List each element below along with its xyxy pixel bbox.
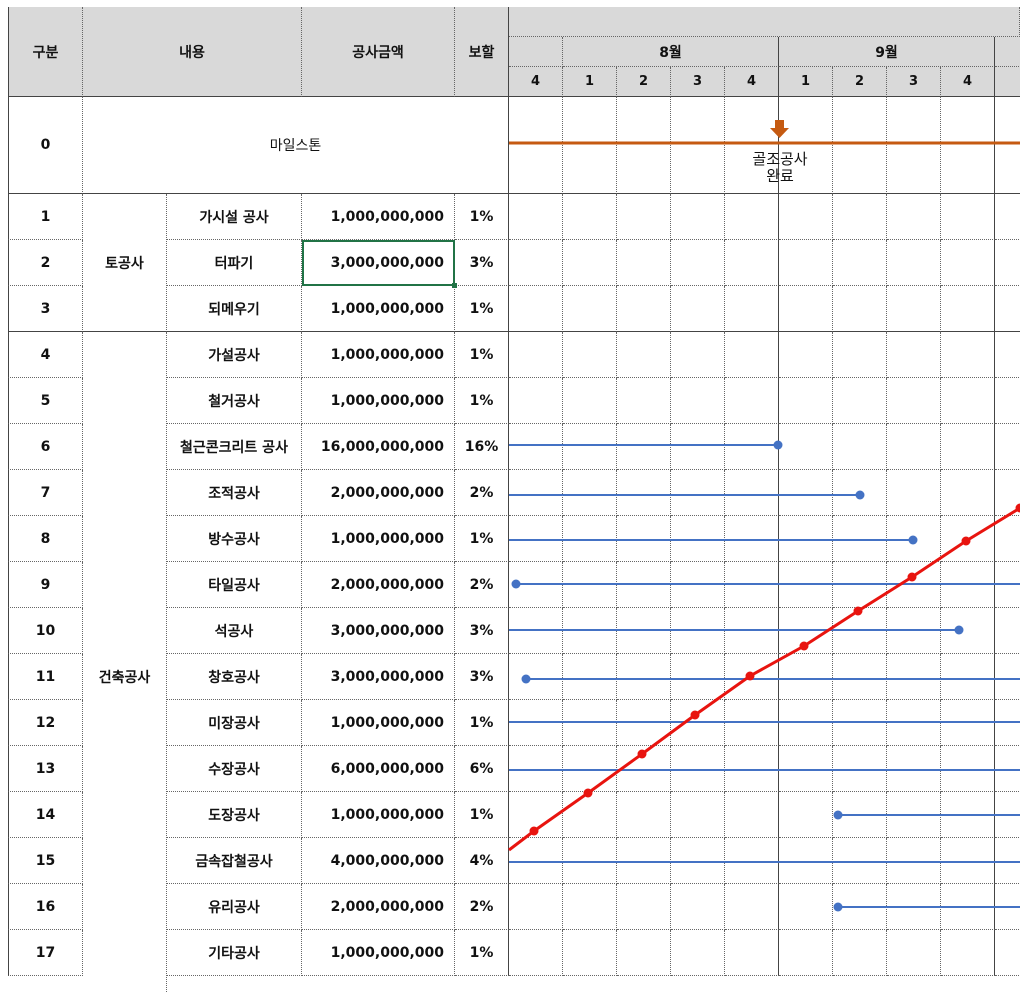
task-bar-end-point [833,810,843,820]
task-bar-end-point [855,490,865,500]
milestone-arrow-stem [775,120,784,128]
progress-point [529,826,539,836]
progress-point [637,749,647,759]
progress-point [583,788,593,798]
milestone-arrow-head [770,128,789,138]
task-bar-end-point [908,535,918,545]
progress-point [799,641,809,651]
task-bar-end-point [833,902,843,912]
progress-point [961,536,971,546]
progress-point [907,572,917,582]
task-bar-end-point [773,440,783,450]
progress-point [690,710,700,720]
task-bar-end-point [954,625,964,635]
spreadsheet[interactable]: 구분 내용 공사금액 보할 8월 9월 412341234 0 마일스톤 토공사… [0,0,1020,993]
progress-point [853,606,863,616]
task-bar-end-point [511,579,521,589]
selection-fill-handle[interactable] [452,283,457,288]
progress-point [745,671,755,681]
gantt-chart [508,120,1020,912]
task-bar-end-point [521,674,531,684]
